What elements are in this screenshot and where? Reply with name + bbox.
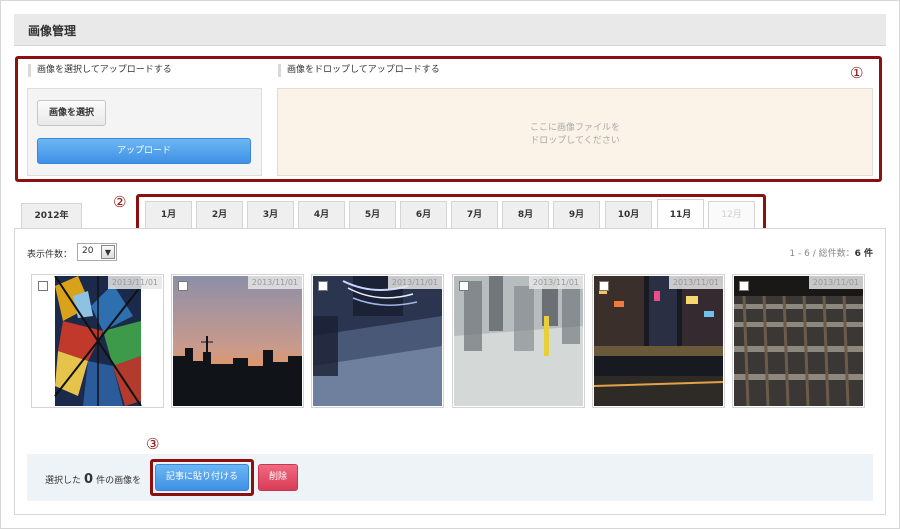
crowd-blur-image bbox=[454, 276, 583, 406]
image-checkbox[interactable] bbox=[38, 281, 48, 291]
railway-image bbox=[734, 276, 863, 406]
upload-button[interactable]: アップロード bbox=[37, 138, 251, 164]
image-date: 2013/11/01 bbox=[668, 276, 723, 289]
select-upload-label: 画像を選択してアップロードする bbox=[28, 64, 172, 77]
image-thumb[interactable]: 2013/11/01 bbox=[311, 274, 444, 408]
select-image-button[interactable]: 画像を選択 bbox=[37, 100, 106, 126]
tab-year-2012[interactable]: 2012年 bbox=[21, 203, 82, 228]
tab-month-10[interactable]: 10月 bbox=[605, 201, 652, 229]
per-page-select[interactable]: 20 ▼ bbox=[77, 243, 117, 261]
image-checkbox[interactable] bbox=[318, 281, 328, 291]
image-thumb[interactable]: 2013/11/01 bbox=[171, 274, 304, 408]
tab-month-7[interactable]: 7月 bbox=[451, 201, 498, 229]
selected-prefix: 選択した bbox=[45, 476, 82, 486]
tab-month-5[interactable]: 5月 bbox=[349, 201, 396, 229]
annotation-marker-3: ③ bbox=[146, 435, 160, 453]
image-thumb[interactable]: 2013/11/01 bbox=[452, 274, 585, 408]
image-thumb[interactable]: 2013/11/01 bbox=[31, 274, 164, 408]
image-date: 2013/11/01 bbox=[528, 276, 583, 289]
result-count: 1 - 6 / 総件数：6 件 bbox=[789, 246, 873, 259]
sunset-image bbox=[173, 276, 302, 406]
city-night-image bbox=[594, 276, 723, 406]
image-checkbox[interactable] bbox=[459, 281, 469, 291]
tab-month-11[interactable]: 11月 bbox=[657, 199, 704, 230]
selected-count-text: 選択した 0 件の画像を bbox=[45, 472, 141, 487]
tab-month-9[interactable]: 9月 bbox=[553, 201, 600, 229]
image-date: 2013/11/01 bbox=[808, 276, 863, 289]
image-checkbox[interactable] bbox=[599, 281, 609, 291]
tab-month-12: 12月 bbox=[708, 201, 755, 229]
page-title: 画像管理 bbox=[28, 24, 77, 38]
chevron-down-icon[interactable]: ▼ bbox=[101, 245, 115, 259]
tab-month-2[interactable]: 2月 bbox=[196, 201, 243, 229]
per-page-value: 20 bbox=[82, 246, 94, 256]
image-date: 2013/11/01 bbox=[107, 276, 162, 289]
drop-upload-label: 画像をドロップしてアップロードする bbox=[278, 64, 440, 77]
drop-hint-line2: ドロップしてください bbox=[530, 136, 620, 146]
tab-month-4[interactable]: 4月 bbox=[298, 201, 345, 229]
selected-count: 0 bbox=[84, 472, 94, 487]
image-checkbox[interactable] bbox=[178, 281, 188, 291]
paste-to-article-button[interactable]: 記事に貼り付ける bbox=[155, 464, 249, 491]
result-count-total: 6 件 bbox=[854, 249, 873, 259]
page-header: 画像管理 bbox=[14, 14, 886, 46]
stained-glass-image bbox=[33, 276, 162, 406]
image-date: 2013/11/01 bbox=[387, 276, 442, 289]
tab-month-6[interactable]: 6月 bbox=[400, 201, 447, 229]
night-street-image bbox=[313, 276, 442, 406]
image-thumb[interactable]: 2013/11/01 bbox=[732, 274, 865, 408]
tab-month-1[interactable]: 1月 bbox=[145, 201, 192, 229]
image-checkbox[interactable] bbox=[739, 281, 749, 291]
image-date: 2013/11/01 bbox=[247, 276, 302, 289]
per-page-label: 表示件数： bbox=[27, 250, 73, 260]
annotation-marker-1: ① bbox=[850, 64, 864, 82]
selected-suffix: 件の画像を bbox=[96, 476, 142, 486]
image-thumb[interactable]: 2013/11/01 bbox=[592, 274, 725, 408]
delete-button[interactable]: 削除 bbox=[258, 464, 298, 491]
annotation-marker-2: ② bbox=[113, 193, 127, 211]
tab-month-3[interactable]: 3月 bbox=[247, 201, 294, 229]
drop-hint-line1: ここに画像ファイルを bbox=[529, 123, 620, 133]
tab-month-8[interactable]: 8月 bbox=[502, 201, 549, 229]
result-count-prefix: 1 - 6 / 総件数： bbox=[789, 249, 855, 259]
